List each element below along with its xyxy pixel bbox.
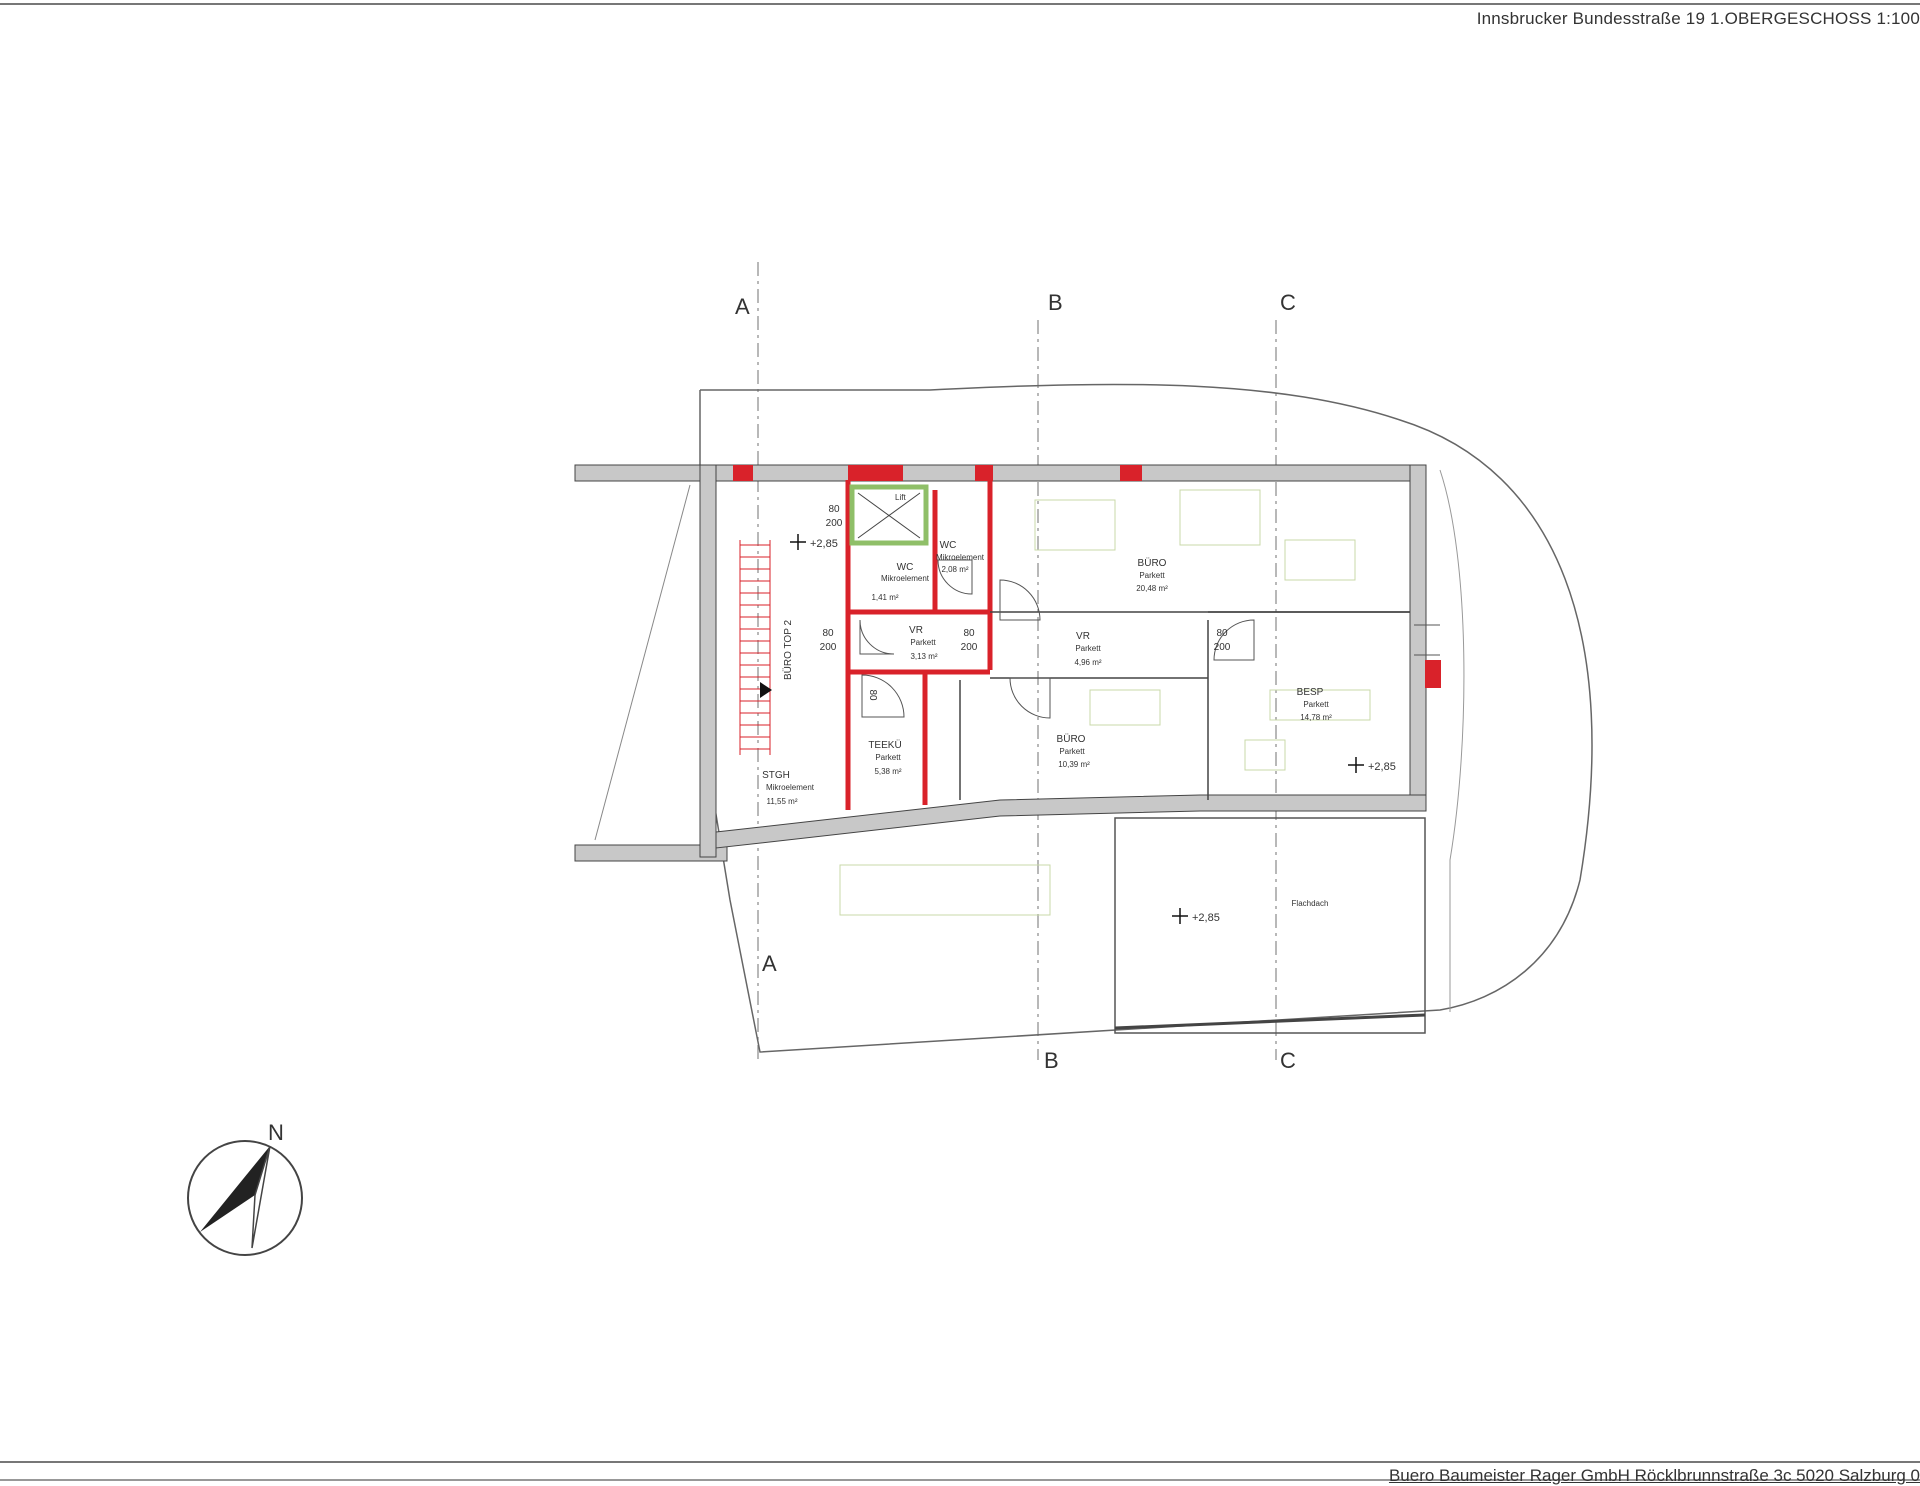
- room-teeku-floor: Parkett: [875, 753, 901, 762]
- level-marker-icon: [1172, 908, 1188, 924]
- room-wc2-floor: Mikroelement: [936, 553, 985, 562]
- section-mark-a-bottom: A: [762, 951, 777, 976]
- room-wc2-name: WC: [940, 540, 957, 551]
- level-label-1: +2,85: [810, 538, 838, 550]
- door-vr1: [859, 619, 895, 655]
- level-label-2: +2,85: [1368, 761, 1396, 773]
- door-label-1-width: 80: [828, 504, 840, 515]
- unit-label: BÜRO TOP 2: [782, 620, 794, 680]
- staircase: [739, 540, 771, 755]
- floor-plan: A B C A B C Lift BÜRO TOP 2 WC Mikroelem…: [0, 3, 1920, 1481]
- room-vr1-area: 3,13 m²: [910, 652, 937, 661]
- section-lines: [757, 262, 1277, 1060]
- level-marker-icon: [1348, 757, 1364, 773]
- room-teeku-name: TEEKÜ: [868, 739, 901, 751]
- room-besp-area: 14,78 m²: [1300, 713, 1332, 722]
- door-label-4-height: 200: [1214, 642, 1231, 653]
- room-vr1-name: VR: [909, 625, 923, 636]
- door-label-3-width: 80: [963, 628, 975, 639]
- room-wc1-floor: Mikroelement: [881, 574, 930, 583]
- section-mark-c-top: C: [1280, 290, 1296, 315]
- room-buero1-floor: Parkett: [1139, 571, 1165, 580]
- room-stgh-floor: Mikroelement: [766, 783, 815, 792]
- door-label-2-height: 200: [820, 642, 837, 653]
- room-vr2-floor: Parkett: [1075, 644, 1101, 653]
- interior-walls: [959, 611, 1410, 800]
- room-vr1-floor: Parkett: [910, 638, 936, 647]
- door-label-2-width: 80: [822, 628, 834, 639]
- site-boundary: [700, 383, 1593, 1053]
- door-buero1: [999, 579, 1041, 621]
- room-wc1-area: 1,41 m²: [871, 593, 898, 602]
- room-vr2-area: 4,96 m²: [1074, 658, 1101, 667]
- room-flachdach-name: Flachdach: [1292, 899, 1329, 908]
- room-wc1-name: WC: [897, 562, 914, 573]
- exterior-walls: [699, 464, 1427, 858]
- door-label-4-width: 80: [1216, 628, 1228, 639]
- door-besp: [1213, 619, 1255, 661]
- north-label: N: [268, 1120, 284, 1145]
- room-teeku-area: 5,38 m²: [874, 767, 901, 776]
- section-mark-b-top: B: [1048, 290, 1063, 315]
- level-marker-icon: [790, 534, 806, 550]
- terrace-line: [1439, 469, 1465, 1012]
- door-label-5: 80: [867, 689, 878, 701]
- room-lift-name: Lift: [895, 493, 906, 502]
- room-buero2-name: BÜRO: [1057, 733, 1086, 745]
- door-label-1-height: 200: [826, 518, 843, 529]
- door-label-3-height: 200: [961, 642, 978, 653]
- room-stgh-area: 11,55 m²: [767, 797, 798, 806]
- door-buero2: [1009, 677, 1051, 719]
- room-buero2-floor: Parkett: [1059, 747, 1085, 756]
- flat-roof-outline: [1114, 817, 1426, 1034]
- room-besp-floor: Parkett: [1303, 700, 1329, 709]
- drawing-footer: Buero Baumeister Rager GmbH Röcklbrunnst…: [1388, 1466, 1920, 1485]
- room-vr2-name: VR: [1076, 631, 1090, 642]
- room-wc2-area: 2,08 m²: [941, 565, 968, 574]
- section-mark-b-bottom: B: [1044, 1048, 1059, 1073]
- section-mark-a-top: A: [735, 294, 750, 319]
- north-arrow-icon: N: [187, 1120, 303, 1256]
- room-buero1-name: BÜRO: [1138, 557, 1167, 569]
- section-mark-c-bottom: C: [1280, 1048, 1296, 1073]
- neighbour-wall-top: [574, 464, 701, 482]
- room-buero1-area: 20,48 m²: [1136, 584, 1168, 593]
- furniture: [839, 489, 1371, 916]
- room-buero2-area: 10,39 m²: [1058, 760, 1090, 769]
- level-label-3: +2,85: [1192, 912, 1220, 924]
- new-wall-parts: [733, 465, 1441, 688]
- room-stgh-name: STGH: [762, 770, 790, 781]
- room-besp-name: BESP: [1297, 687, 1324, 698]
